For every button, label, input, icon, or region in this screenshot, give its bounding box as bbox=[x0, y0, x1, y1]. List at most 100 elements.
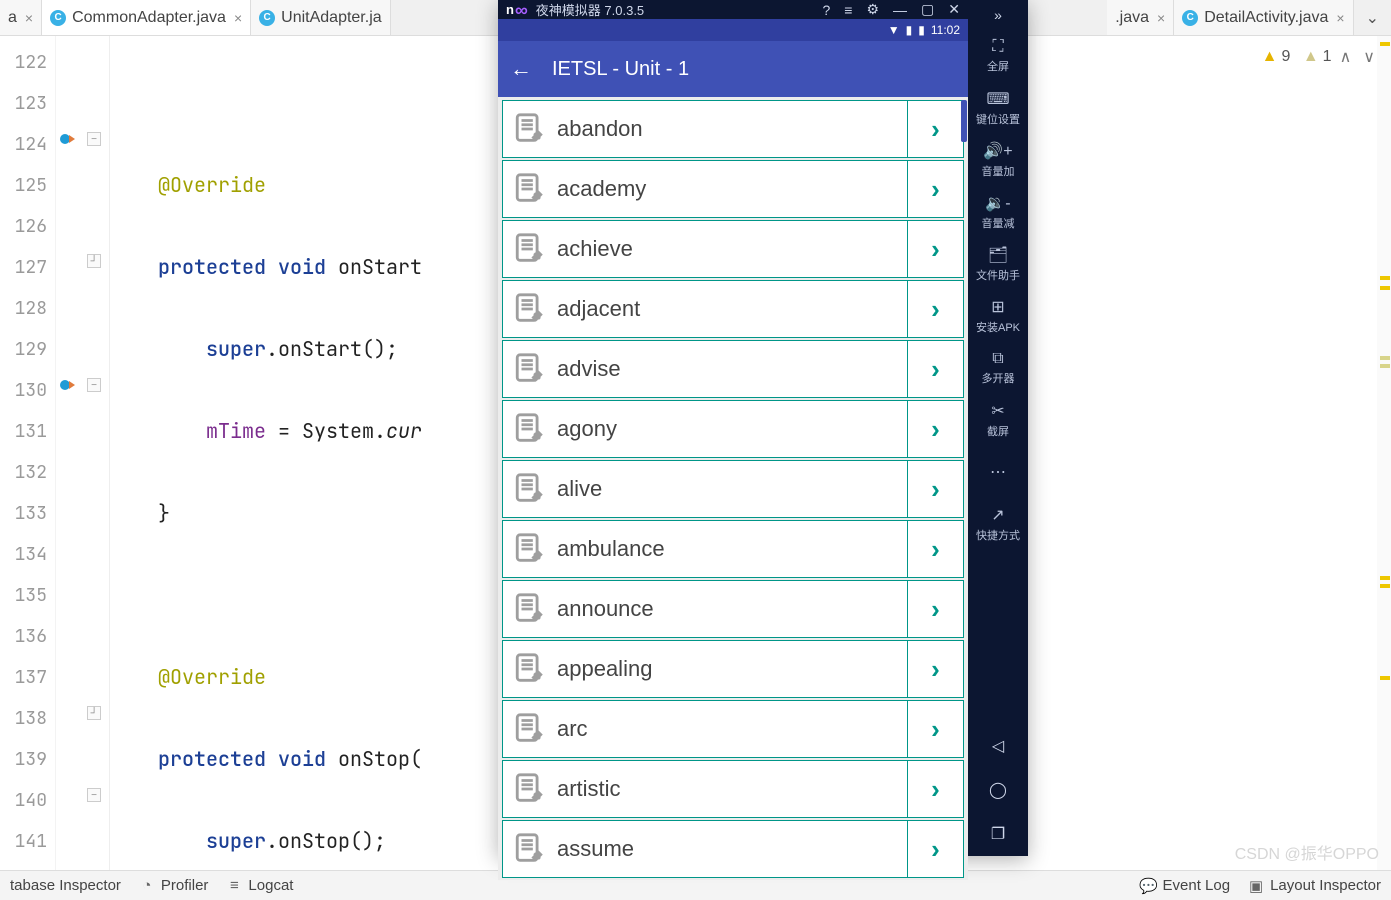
word-row[interactable]: ambulance› bbox=[502, 520, 964, 578]
word-detail-button[interactable]: › bbox=[907, 461, 963, 517]
word-detail-button[interactable]: › bbox=[907, 641, 963, 697]
tab-partial-left[interactable]: a× bbox=[0, 0, 42, 35]
word-detail-button[interactable]: › bbox=[907, 101, 963, 157]
tool-label: 全屏 bbox=[987, 58, 1009, 74]
word-detail-button[interactable]: › bbox=[907, 581, 963, 637]
fold-collapse-icon[interactable]: − bbox=[87, 378, 101, 392]
nox-tool[interactable]: ↗快捷方式 bbox=[976, 498, 1020, 550]
word-row[interactable]: adjacent› bbox=[502, 280, 964, 338]
word-detail-button[interactable]: › bbox=[907, 401, 963, 457]
word-list[interactable]: abandon›academy›achieve›adjacent›advise›… bbox=[498, 97, 968, 880]
layout-inspector-tab[interactable]: ▣Layout Inspector bbox=[1248, 877, 1381, 894]
fold-end-icon[interactable]: ┘ bbox=[87, 254, 101, 268]
nox-tool[interactable]: ⛶全屏 bbox=[976, 30, 1020, 82]
tool-icon: ✂ bbox=[991, 401, 1004, 421]
tabs-overflow-dropdown[interactable]: ⌄ bbox=[1354, 8, 1391, 28]
fold-collapse-icon[interactable]: − bbox=[87, 132, 101, 146]
word-row[interactable]: abandon› bbox=[502, 100, 964, 158]
warning-marker[interactable] bbox=[1380, 676, 1390, 680]
word-label: abandon bbox=[557, 116, 907, 142]
tool-label: 截屏 bbox=[987, 423, 1009, 439]
word-row[interactable]: alive› bbox=[502, 460, 964, 518]
fold-end-icon[interactable]: ┘ bbox=[87, 706, 101, 720]
close-icon[interactable]: ✕ bbox=[948, 1, 960, 18]
weak-warning-marker[interactable] bbox=[1380, 364, 1390, 368]
event-log-icon: 💬 bbox=[1141, 878, 1157, 894]
tab-partial-right[interactable]: .java× bbox=[1107, 0, 1174, 35]
nox-tool[interactable]: 🗂文件助手 bbox=[976, 238, 1020, 290]
minimize-icon[interactable]: — bbox=[893, 2, 907, 18]
signal-icon: ▮ bbox=[906, 23, 913, 37]
word-row[interactable]: arc› bbox=[502, 700, 964, 758]
word-detail-button[interactable]: › bbox=[907, 221, 963, 277]
word-row[interactable]: academy› bbox=[502, 160, 964, 218]
android-home-button[interactable]: ◯ bbox=[968, 768, 1028, 812]
word-detail-button[interactable]: › bbox=[907, 161, 963, 217]
close-icon[interactable]: × bbox=[25, 10, 33, 26]
scrollbar-thumb[interactable] bbox=[961, 100, 967, 142]
warning-marker[interactable] bbox=[1380, 286, 1390, 290]
warning-marker[interactable] bbox=[1380, 42, 1390, 46]
weak-warning-marker[interactable] bbox=[1380, 356, 1390, 360]
code-text: } bbox=[158, 500, 170, 526]
nox-tool[interactable]: ✂ 截屏 bbox=[976, 394, 1020, 446]
word-detail-button[interactable]: › bbox=[907, 521, 963, 577]
warning-marker[interactable] bbox=[1380, 576, 1390, 580]
word-row[interactable]: achieve› bbox=[502, 220, 964, 278]
android-status-bar: ▼ ▮ ▮ 11:02 bbox=[498, 19, 968, 41]
nox-titlebar[interactable]: n∞ 夜神模拟器 7.0.3.5 ? ≡ ⚙ — ▢ ✕ bbox=[498, 0, 968, 19]
warning-marker[interactable] bbox=[1380, 584, 1390, 588]
word-detail-button[interactable]: › bbox=[907, 701, 963, 757]
word-label: advise bbox=[557, 356, 907, 382]
word-detail-button[interactable]: › bbox=[907, 341, 963, 397]
breakpoint-gutter[interactable] bbox=[56, 36, 80, 870]
nox-tool[interactable]: ⌨键位设置 bbox=[976, 82, 1020, 134]
tab-unit-adapter[interactable]: CUnitAdapter.ja bbox=[251, 0, 391, 35]
word-row[interactable]: advise› bbox=[502, 340, 964, 398]
nox-tool[interactable]: 🔉-音量减 bbox=[976, 186, 1020, 238]
code-text: .onStop(); bbox=[266, 828, 386, 854]
nox-tool[interactable]: ⋯ bbox=[976, 446, 1020, 498]
close-icon[interactable]: × bbox=[234, 10, 242, 26]
word-row[interactable]: agony› bbox=[502, 400, 964, 458]
database-inspector-tab[interactable]: tabase Inspector bbox=[10, 877, 121, 894]
error-stripe[interactable] bbox=[1377, 36, 1391, 870]
nox-tool[interactable]: ⊞安装APK bbox=[976, 290, 1020, 342]
override-marker-icon[interactable] bbox=[60, 378, 74, 392]
document-edit-icon bbox=[511, 170, 549, 208]
android-back-button[interactable]: ◁ bbox=[968, 724, 1028, 768]
keyword: void bbox=[278, 746, 326, 772]
line-number: 141 bbox=[0, 821, 47, 862]
chevron-right-icon: › bbox=[931, 234, 940, 265]
help-icon[interactable]: ? bbox=[823, 2, 831, 18]
menu-icon[interactable]: ≡ bbox=[844, 2, 852, 18]
android-recents-button[interactable]: ❐ bbox=[968, 812, 1028, 856]
back-icon[interactable]: ← bbox=[510, 56, 532, 82]
nox-tool[interactable]: ⧉多开器 bbox=[976, 342, 1020, 394]
override-marker-icon[interactable] bbox=[60, 132, 74, 146]
tab-common-adapter[interactable]: CCommonAdapter.java× bbox=[42, 0, 251, 35]
event-log-tab[interactable]: 💬Event Log bbox=[1141, 877, 1231, 894]
word-row[interactable]: artistic› bbox=[502, 760, 964, 818]
nox-tool[interactable]: 🔊+音量加 bbox=[976, 134, 1020, 186]
maximize-icon[interactable]: ▢ bbox=[921, 1, 934, 18]
nox-logo: n∞ bbox=[506, 1, 528, 19]
word-row[interactable]: announce› bbox=[502, 580, 964, 638]
close-icon[interactable]: × bbox=[1157, 10, 1165, 26]
close-icon[interactable]: × bbox=[1336, 10, 1344, 26]
logcat-tab[interactable]: ≡Logcat bbox=[226, 877, 293, 894]
profiler-tab[interactable]: ◔Profiler bbox=[139, 877, 209, 894]
gear-icon[interactable]: ⚙ bbox=[866, 1, 879, 18]
word-detail-button[interactable]: › bbox=[907, 281, 963, 337]
warning-marker[interactable] bbox=[1380, 276, 1390, 280]
sidebar-collapse-icon[interactable]: » bbox=[968, 0, 1028, 30]
word-detail-button[interactable]: › bbox=[907, 761, 963, 817]
android-screen: ▼ ▮ ▮ 11:02 ← IETSL - Unit - 1 abandon›a… bbox=[498, 19, 968, 880]
word-row[interactable]: appealing› bbox=[502, 640, 964, 698]
chevron-right-icon: › bbox=[931, 174, 940, 205]
tab-detail-activity[interactable]: CDetailActivity.java× bbox=[1174, 0, 1353, 35]
word-row[interactable]: assume› bbox=[502, 820, 964, 878]
fold-gutter[interactable]: − ┘ − ┘ − bbox=[80, 36, 110, 870]
word-detail-button[interactable]: › bbox=[907, 821, 963, 877]
fold-collapse-icon[interactable]: − bbox=[87, 788, 101, 802]
